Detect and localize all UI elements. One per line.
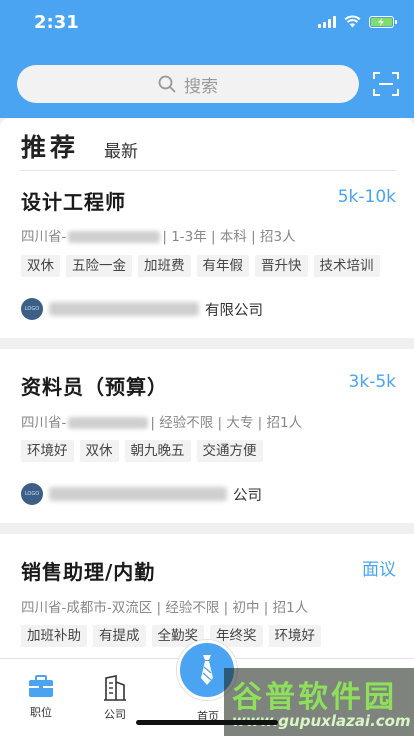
job-title: 资料员（预算） xyxy=(21,375,168,399)
search-placeholder: 搜索 xyxy=(184,76,218,97)
job-tag: 加班补助 xyxy=(21,625,87,647)
briefcase-icon xyxy=(29,675,53,697)
job-tag: 双休 xyxy=(21,255,60,277)
job-meta: 四川省-成都市-双流区 | 经验不限 | 初中 | 招1人 xyxy=(21,596,308,616)
redacted-company-name xyxy=(49,487,227,501)
job-tag: 环境好 xyxy=(21,440,74,462)
divider xyxy=(20,170,396,171)
job-location: 四川省- xyxy=(21,415,67,431)
job-location: 四川省-成都市-双流区 xyxy=(21,600,153,616)
job-tag: 双休 xyxy=(79,440,119,462)
nav-company-label: 公司 xyxy=(104,708,126,721)
job-tag: 朝九晚五 xyxy=(124,440,191,462)
company-row[interactable]: LOGO 公司 xyxy=(21,483,262,505)
job-tag: 环境好 xyxy=(268,625,321,647)
nav-company[interactable]: 公司 xyxy=(100,675,130,722)
job-tag: 交通方便 xyxy=(196,440,263,462)
nav-jobs[interactable]: 职位 xyxy=(26,675,56,720)
tie-icon xyxy=(201,655,213,685)
status-time: 2:31 xyxy=(34,12,79,33)
battery-icon xyxy=(369,15,397,28)
search-icon xyxy=(158,75,176,93)
signal-icon xyxy=(318,15,336,28)
job-tags: 环境好 双休 朝九晚五 交通方便 xyxy=(21,440,263,462)
job-tags: 加班补助 有提成 全勤奖 年终奖 环境好 xyxy=(21,625,321,647)
job-tag: 加班费 xyxy=(138,255,191,277)
company-row[interactable]: LOGO 有限公司 xyxy=(21,298,263,320)
job-salary: 面议 xyxy=(362,560,396,580)
redacted-text xyxy=(68,231,161,243)
building-icon xyxy=(104,675,126,701)
company-logo: LOGO xyxy=(21,483,43,505)
wifi-icon xyxy=(344,15,361,28)
job-tags: 双休 五险一金 加班费 有年假 晋升快 技术培训 xyxy=(21,255,380,277)
nav-jobs-label: 职位 xyxy=(30,706,52,719)
job-meta: 四川省- | 1-3年 | 本科 | 招3人 xyxy=(21,225,296,245)
redacted-company-name xyxy=(49,302,199,316)
watermark: 谷普软件园 www.gupuxlazai.com xyxy=(224,668,414,736)
app-header: 2:31 搜索 xyxy=(0,0,414,118)
job-location: 四川省- xyxy=(21,229,67,245)
job-tag: 技术培训 xyxy=(313,255,380,277)
job-details: | 1-3年 | 本科 | 招3人 xyxy=(162,229,296,245)
tab-recommended[interactable]: 推荐 xyxy=(21,128,79,164)
job-title: 销售助理/内勤 xyxy=(21,560,156,584)
job-salary: 5k-10k xyxy=(337,187,396,207)
job-tag: 晋升快 xyxy=(255,255,308,277)
tab-latest[interactable]: 最新 xyxy=(104,137,138,162)
status-bar: 2:31 xyxy=(0,0,414,46)
job-tag: 五险一金 xyxy=(66,255,132,277)
job-list[interactable]: 推荐 最新 设计工程师 5k-10k 四川省- | 1-3年 | 本科 | 招3人… xyxy=(0,118,414,658)
job-title: 设计工程师 xyxy=(21,190,126,214)
company-name: 有限公司 xyxy=(205,302,263,319)
redacted-text xyxy=(68,417,149,429)
watermark-title: 谷普软件园 xyxy=(232,680,397,715)
status-icons xyxy=(318,15,397,28)
job-details: | 经验不限 | 初中 | 招1人 xyxy=(156,600,309,616)
company-name: 公司 xyxy=(233,487,262,504)
job-card[interactable]: 设计工程师 5k-10k 四川省- | 1-3年 | 本科 | 招3人 双休 五险… xyxy=(0,174,414,338)
job-details: | 经验不限 | 大专 | 招1人 xyxy=(150,415,303,431)
tabs-bar: 推荐 最新 xyxy=(0,118,414,174)
job-meta: 四川省- | 经验不限 | 大专 | 招1人 xyxy=(21,411,302,431)
job-tag: 有提成 xyxy=(93,625,146,647)
job-salary: 3k-5k xyxy=(348,372,396,392)
company-logo: LOGO xyxy=(21,298,43,320)
home-indicator xyxy=(136,720,278,725)
job-tag: 有年假 xyxy=(196,255,249,277)
scan-icon[interactable] xyxy=(373,71,399,97)
job-card[interactable]: 资料员（预算） 3k-5k 四川省- | 经验不限 | 大专 | 招1人 环境好 … xyxy=(0,349,414,523)
search-input[interactable]: 搜索 xyxy=(17,65,359,103)
